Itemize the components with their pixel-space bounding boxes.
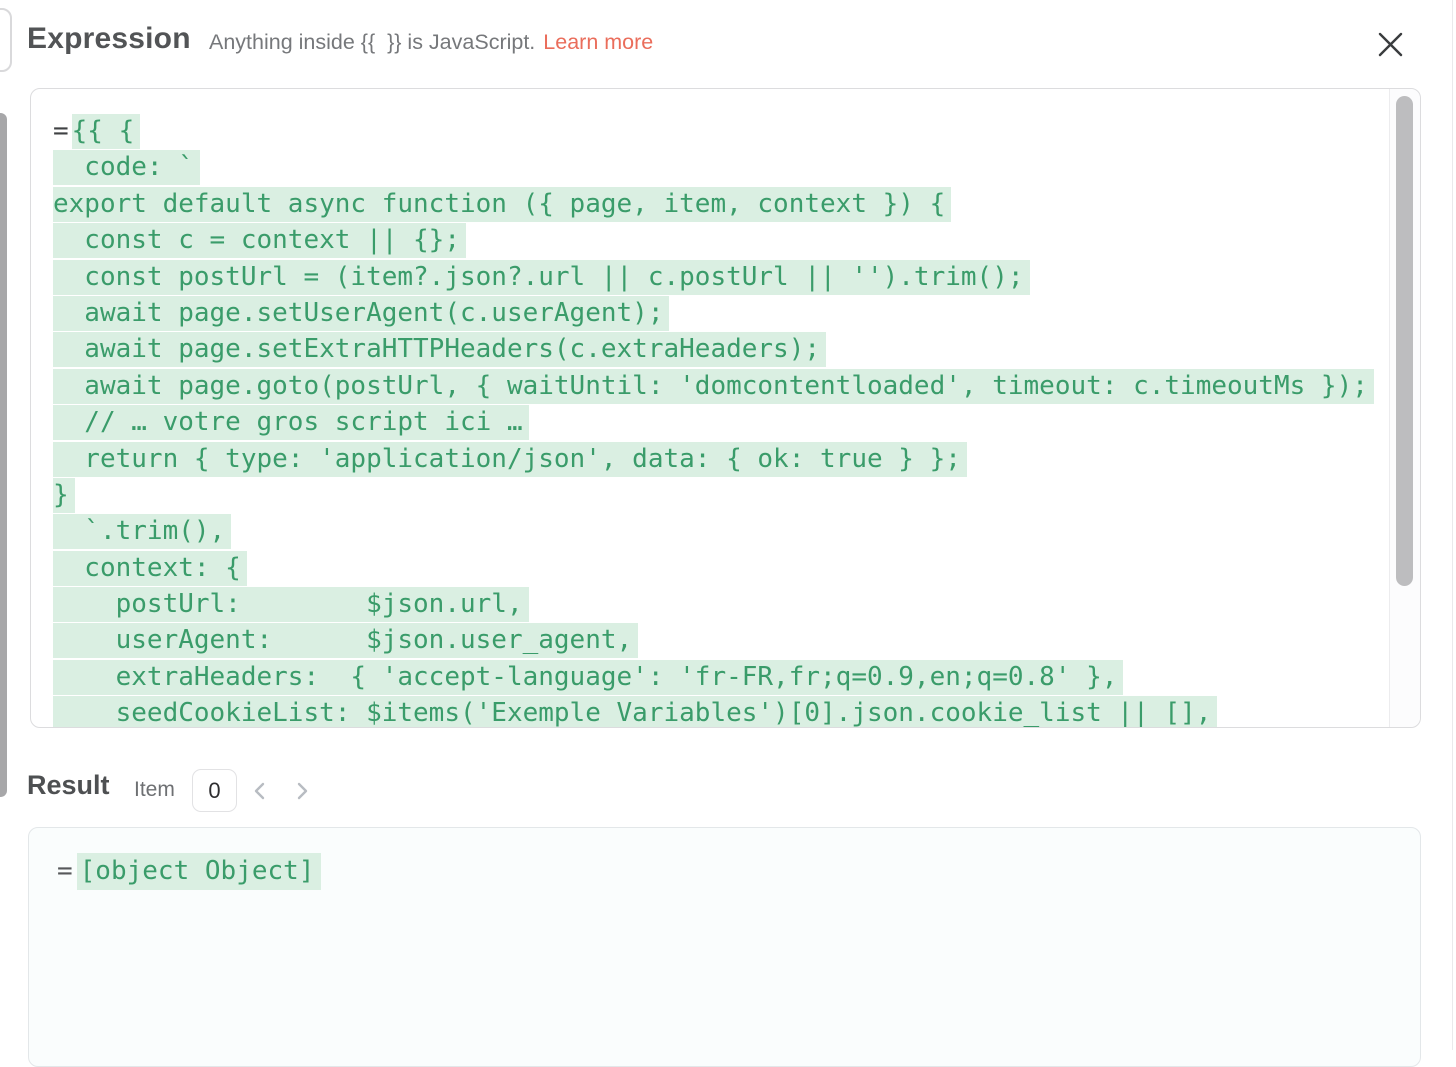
expression-editor-panel: ={{ { code: ` export default async funct… [30, 88, 1421, 728]
code-line: await page.setExtraHTTPHeaders(c.extraHe… [53, 331, 1389, 367]
expression-hint: Anything inside {{ }} is JavaScript. Lear… [209, 30, 653, 55]
next-item-button[interactable] [290, 779, 314, 803]
code-line: seedCookieList: $items('Exemple Variable… [53, 695, 1389, 727]
code-line: export default async function ({ page, i… [53, 186, 1389, 222]
background-panel-edge [0, 8, 12, 72]
editor-scrollbar-thumb[interactable] [1396, 96, 1413, 586]
modal-right-edge [1452, 0, 1453, 1050]
code-line: extraHeaders: { 'accept-language': 'fr-F… [53, 659, 1389, 695]
result-value: [object Object] [77, 853, 322, 890]
code-line: userAgent: $json.user_agent, [53, 622, 1389, 658]
code-line: postUrl: $json.url, [53, 586, 1389, 622]
expression-equals-prefix: = [53, 116, 69, 146]
code-line: code: ` [53, 149, 1389, 185]
page-scrollbar-thumb[interactable] [0, 113, 7, 797]
code-line: context: { [53, 550, 1389, 586]
code-line: } [53, 477, 1389, 513]
code-line: return { type: 'application/json', data:… [53, 441, 1389, 477]
chevron-left-icon [251, 782, 269, 800]
chevron-right-icon [293, 782, 311, 800]
close-icon [1377, 31, 1404, 58]
page-title: Expression [27, 22, 191, 56]
result-title: Result [27, 770, 110, 801]
code-line: ={{ { [53, 113, 1389, 149]
result-output: =[object Object] [28, 827, 1421, 1067]
item-label: Item [134, 778, 175, 802]
result-equals-prefix: = [57, 856, 73, 886]
editor-scrollbar [1389, 89, 1420, 727]
code-line: const postUrl = (item?.json?.url || c.po… [53, 259, 1389, 295]
code-line: await page.goto(postUrl, { waitUntil: 'd… [53, 368, 1389, 404]
code-line: `.trim(), [53, 513, 1389, 549]
result-value-line: =[object Object] [57, 856, 321, 886]
learn-more-link[interactable]: Learn more [543, 30, 653, 54]
code-line: const c = context || {}; [53, 222, 1389, 258]
code-line: await page.setUserAgent(c.userAgent); [53, 295, 1389, 331]
code-line: // … votre gros script ici … [53, 404, 1389, 440]
close-button[interactable] [1372, 26, 1408, 62]
prev-item-button[interactable] [248, 779, 272, 803]
expression-hint-text: Anything inside {{ }} is JavaScript. [209, 30, 535, 54]
item-index-input[interactable]: 0 [192, 769, 237, 812]
expression-editor-input[interactable]: ={{ { code: ` export default async funct… [31, 89, 1389, 727]
